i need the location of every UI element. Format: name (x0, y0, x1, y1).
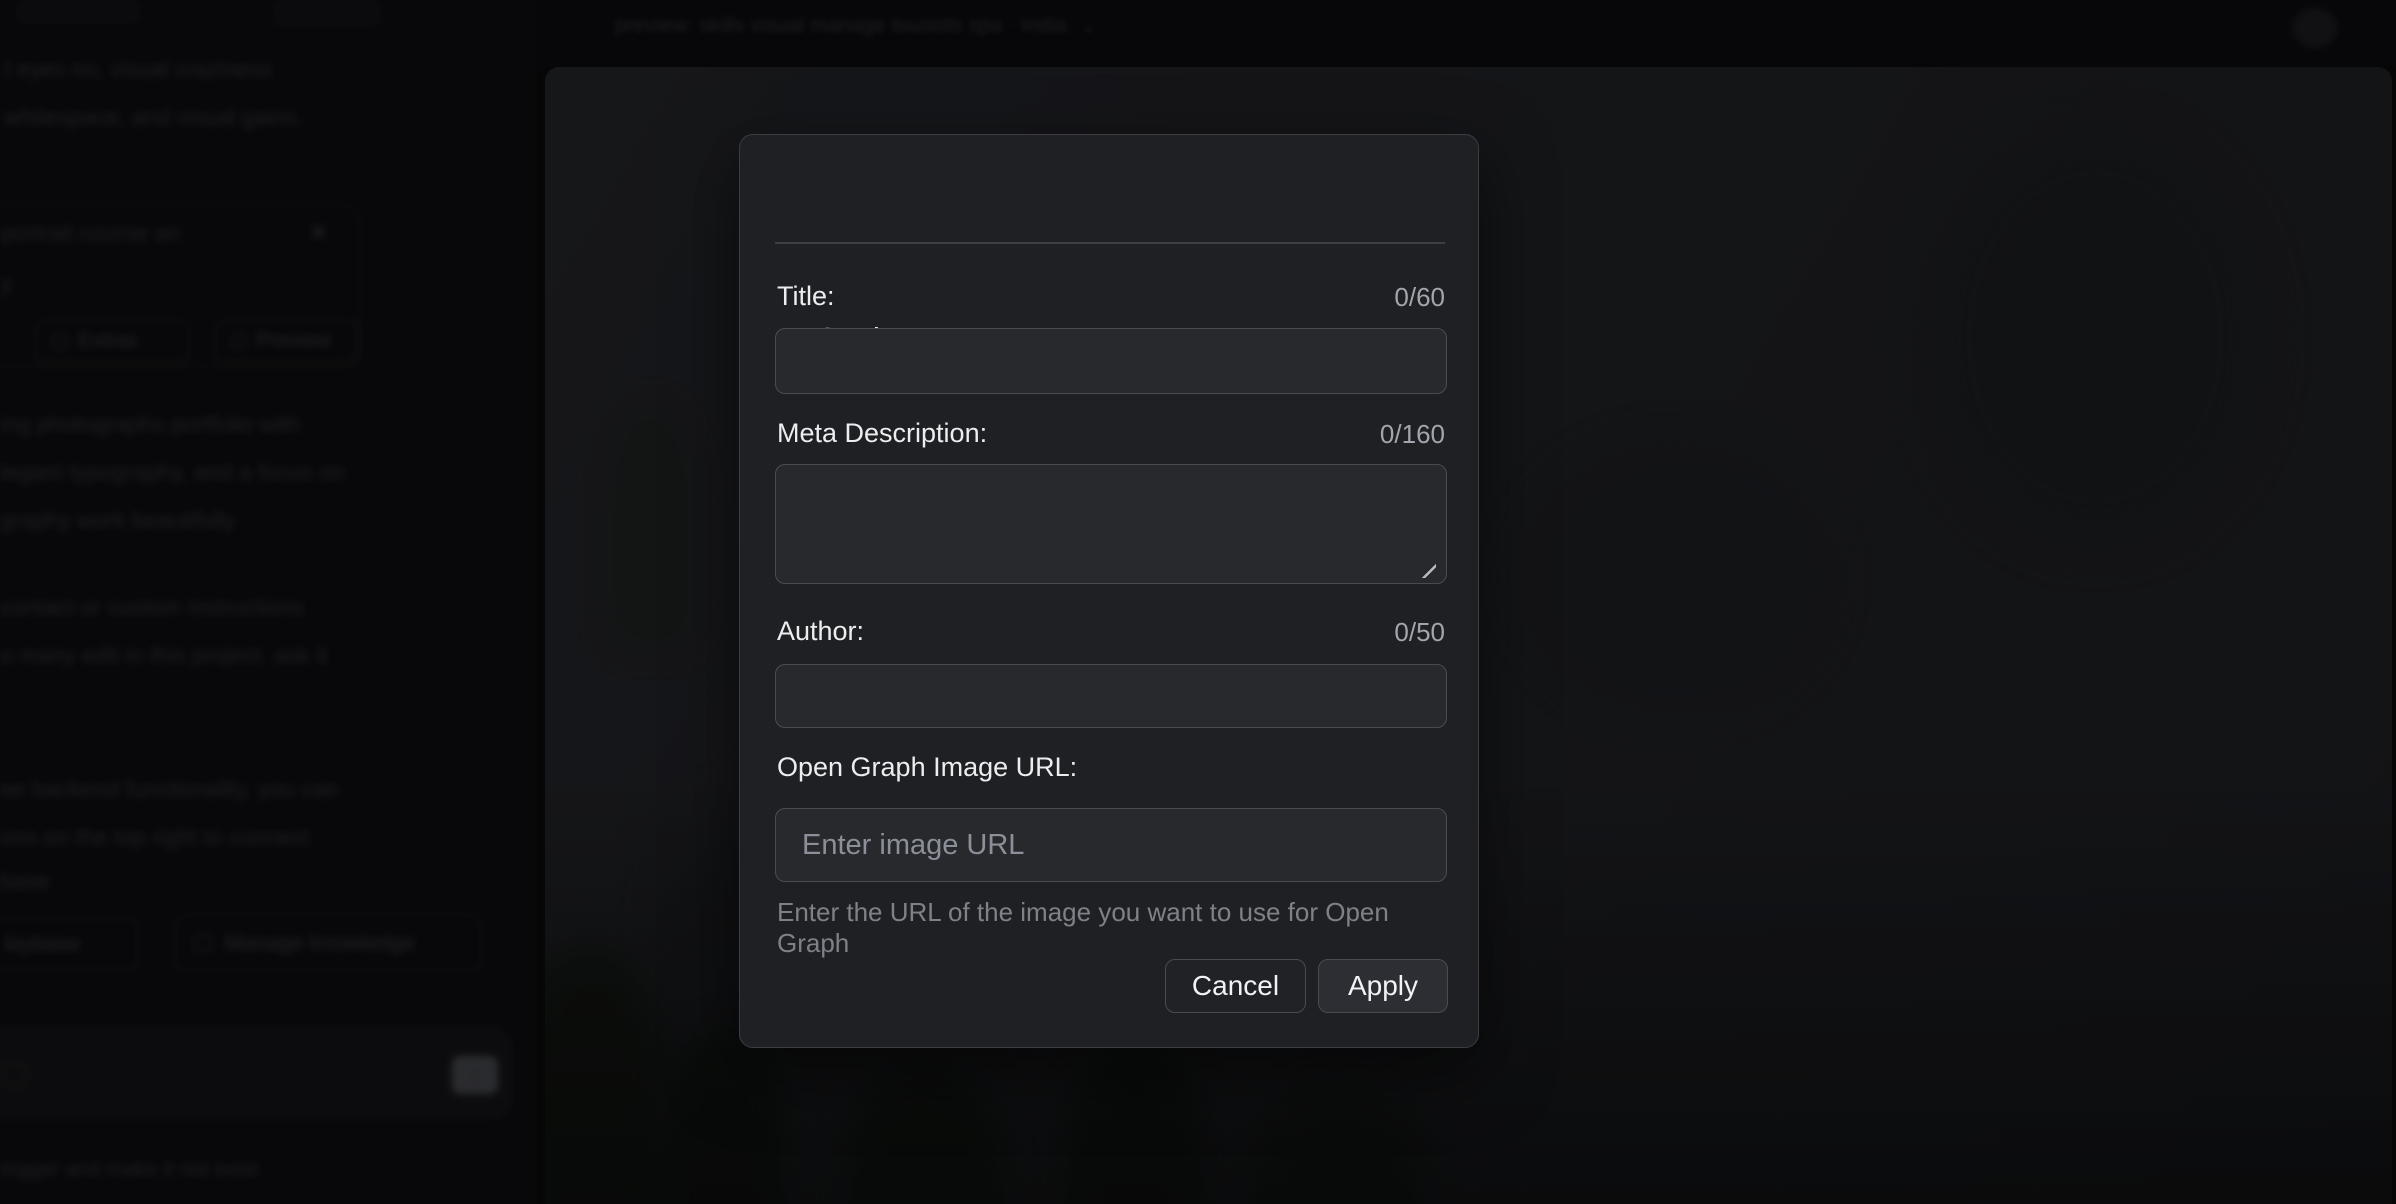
title-counter: 0/60 (1394, 282, 1445, 313)
apply-button-label: Apply (1348, 970, 1418, 1002)
meta-description-counter: 0/160 (1380, 419, 1445, 450)
cancel-button[interactable]: Cancel (1165, 959, 1306, 1013)
author-input[interactable] (775, 664, 1447, 728)
divider (775, 242, 1445, 244)
author-label: Author: (777, 616, 864, 647)
title-label: Title: (777, 281, 835, 312)
og-image-url-input[interactable] (775, 808, 1447, 882)
meta-description-label: Meta Description: (777, 418, 987, 449)
author-counter: 0/50 (1394, 617, 1445, 648)
settings-modal: Settings Title: 0/60 Meta Description: 0… (739, 134, 1479, 1048)
title-input[interactable] (775, 328, 1447, 394)
cancel-button-label: Cancel (1192, 970, 1279, 1002)
og-image-url-label: Open Graph Image URL: (777, 752, 1077, 783)
apply-button[interactable]: Apply (1318, 959, 1448, 1013)
og-image-url-helper: Enter the URL of the image you want to u… (777, 897, 1447, 959)
meta-description-textarea[interactable] (775, 464, 1447, 584)
